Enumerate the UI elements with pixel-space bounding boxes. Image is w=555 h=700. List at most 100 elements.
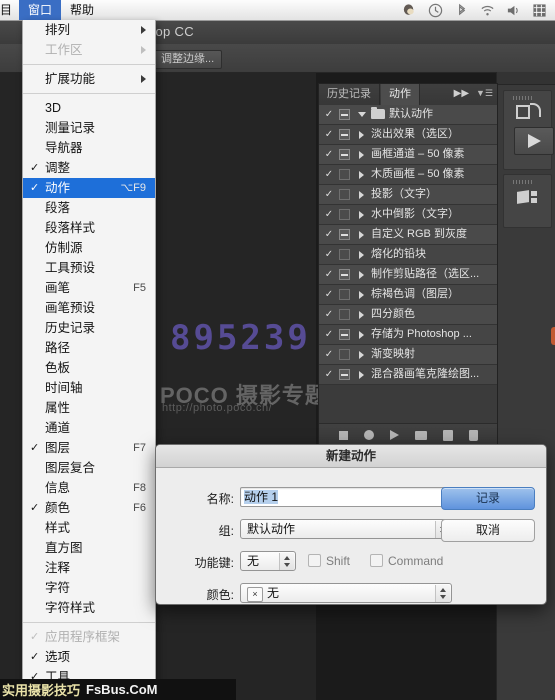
action-name-input[interactable]: 动作 1 [240, 487, 452, 507]
action-dialog-toggle-icon[interactable] [339, 289, 350, 300]
menu-item-2-19[interactable]: 信息F8 [23, 478, 155, 498]
action-expand-arrow-icon[interactable] [359, 271, 364, 279]
action-expand-arrow-icon[interactable] [359, 191, 364, 199]
menu-item-0-0[interactable]: 排列 [23, 20, 155, 40]
shift-checkbox[interactable] [308, 554, 321, 567]
menu-item-2-17[interactable]: ✓图层F7 [23, 438, 155, 458]
menu-item-2-6[interactable]: 段落样式 [23, 218, 155, 238]
action-row[interactable]: ✓淡出效果（选区） [319, 125, 497, 145]
action-dialog-toggle-icon[interactable] [339, 169, 350, 180]
command-checkbox[interactable] [370, 554, 383, 567]
menubar-clipped-item[interactable]: 目 [0, 0, 19, 20]
menu-item-2-7[interactable]: 仿制源 [23, 238, 155, 258]
spotlight-icon[interactable] [402, 3, 417, 18]
menu-item-2-18[interactable]: 图层复合 [23, 458, 155, 478]
action-row[interactable]: ✓水中倒影（文字） [319, 205, 497, 225]
color-select[interactable]: × 无 [240, 583, 452, 603]
menu-item-2-11[interactable]: 历史记录 [23, 318, 155, 338]
action-expand-arrow-icon[interactable] [359, 311, 364, 319]
action-dialog-toggle-icon[interactable] [339, 269, 350, 280]
menu-item-2-23[interactable]: 注释 [23, 558, 155, 578]
record-button[interactable]: 记录 [441, 487, 535, 510]
menu-item-3-0[interactable]: ✓应用程序框架 [23, 627, 155, 647]
menu-item-2-2[interactable]: 导航器 [23, 138, 155, 158]
action-enabled-check-icon[interactable]: ✓ [323, 225, 335, 244]
menu-item-0-1[interactable]: 工作区 [23, 40, 155, 60]
action-dialog-toggle-icon[interactable] [339, 229, 350, 240]
action-expand-arrow-icon[interactable] [359, 351, 364, 359]
menubar-item-window[interactable]: 窗口 [19, 0, 61, 20]
menu-item-2-24[interactable]: 字符 [23, 578, 155, 598]
action-expand-arrow-icon[interactable] [359, 151, 364, 159]
menubar-item-help[interactable]: 帮助 [61, 0, 103, 20]
action-expand-arrow-icon[interactable] [359, 171, 364, 179]
wifi-icon[interactable] [480, 3, 495, 18]
menu-item-2-20[interactable]: ✓颜色F6 [23, 498, 155, 518]
action-row[interactable]: ✓画框通道 – 50 像素 [319, 145, 497, 165]
stop-icon[interactable] [339, 431, 348, 440]
menu-item-2-8[interactable]: 工具预设 [23, 258, 155, 278]
tab-history[interactable]: 历史记录 [319, 84, 380, 105]
function-key-select[interactable]: 无 [240, 551, 296, 571]
action-row[interactable]: ✓棕褐色调（图层） [319, 285, 497, 305]
collapse-chevrons-icon[interactable]: ▶▶ [454, 88, 469, 99]
tab-actions[interactable]: 动作 [381, 84, 420, 105]
menu-item-2-0[interactable]: 3D [23, 98, 155, 118]
bluetooth-icon[interactable] [454, 3, 469, 18]
menu-item-2-4[interactable]: ✓动作⌥F9 [23, 178, 155, 198]
action-enabled-check-icon[interactable]: ✓ [323, 125, 335, 144]
record-icon[interactable] [364, 430, 374, 440]
menu-item-2-25[interactable]: 字符样式 [23, 598, 155, 618]
action-set-select[interactable]: 默认动作 [240, 519, 452, 539]
action-row[interactable]: ✓木质画框 – 50 像素 [319, 165, 497, 185]
action-row[interactable]: ✓默认动作 [319, 105, 497, 125]
volume-icon[interactable] [506, 3, 521, 18]
dock-collapse-bar[interactable] [497, 72, 555, 85]
action-enabled-check-icon[interactable]: ✓ [323, 285, 335, 304]
action-dialog-toggle-icon[interactable] [339, 329, 350, 340]
action-enabled-check-icon[interactable]: ✓ [323, 265, 335, 284]
action-enabled-check-icon[interactable]: ✓ [323, 245, 335, 264]
action-dialog-toggle-icon[interactable] [339, 249, 350, 260]
action-enabled-check-icon[interactable]: ✓ [323, 345, 335, 364]
action-row[interactable]: ✓熔化的铅块 [319, 245, 497, 265]
refine-edge-button[interactable]: 调整边缘... [153, 50, 222, 69]
menu-item-1-0[interactable]: 扩展功能 [23, 69, 155, 89]
menu-item-2-3[interactable]: ✓调整 [23, 158, 155, 178]
action-enabled-check-icon[interactable]: ✓ [323, 105, 335, 124]
dock-group-history[interactable] [503, 90, 552, 170]
menu-item-2-9[interactable]: 画笔F5 [23, 278, 155, 298]
actions-play-icon[interactable] [514, 127, 554, 155]
menu-item-2-13[interactable]: 色板 [23, 358, 155, 378]
action-expand-arrow-icon[interactable] [359, 291, 364, 299]
menu-item-2-10[interactable]: 画笔预设 [23, 298, 155, 318]
action-enabled-check-icon[interactable]: ✓ [323, 165, 335, 184]
action-dialog-toggle-icon[interactable] [339, 369, 350, 380]
menu-item-2-15[interactable]: 属性 [23, 398, 155, 418]
action-dialog-toggle-icon[interactable] [339, 109, 350, 120]
action-expand-arrow-icon[interactable] [359, 371, 364, 379]
menu-item-2-21[interactable]: 样式 [23, 518, 155, 538]
cancel-button[interactable]: 取消 [441, 519, 535, 542]
menu-item-2-16[interactable]: 通道 [23, 418, 155, 438]
action-row[interactable]: ✓存储为 Photoshop ... [319, 325, 497, 345]
play-icon[interactable] [390, 430, 399, 440]
dock-group-3d[interactable] [503, 174, 552, 228]
action-row[interactable]: ✓混合器画笔克隆绘图... [319, 365, 497, 385]
new-set-icon[interactable] [415, 431, 427, 440]
action-dialog-toggle-icon[interactable] [339, 189, 350, 200]
action-enabled-check-icon[interactable]: ✓ [323, 325, 335, 344]
action-expand-arrow-icon[interactable] [359, 131, 364, 139]
menu-item-2-22[interactable]: 直方图 [23, 538, 155, 558]
menu-item-2-5[interactable]: 段落 [23, 198, 155, 218]
time-machine-icon[interactable] [428, 3, 443, 18]
panel-menu-icon[interactable]: ▼☰ [476, 88, 493, 99]
new-action-icon[interactable] [443, 430, 453, 441]
menu-item-2-1[interactable]: 测量记录 [23, 118, 155, 138]
action-dialog-toggle-icon[interactable] [339, 129, 350, 140]
input-method-icon[interactable] [532, 3, 547, 18]
action-row[interactable]: ✓渐变映射 [319, 345, 497, 365]
action-row[interactable]: ✓制作剪贴路径（选区... [319, 265, 497, 285]
menu-item-2-12[interactable]: 路径 [23, 338, 155, 358]
action-expand-arrow-icon[interactable] [359, 251, 364, 259]
